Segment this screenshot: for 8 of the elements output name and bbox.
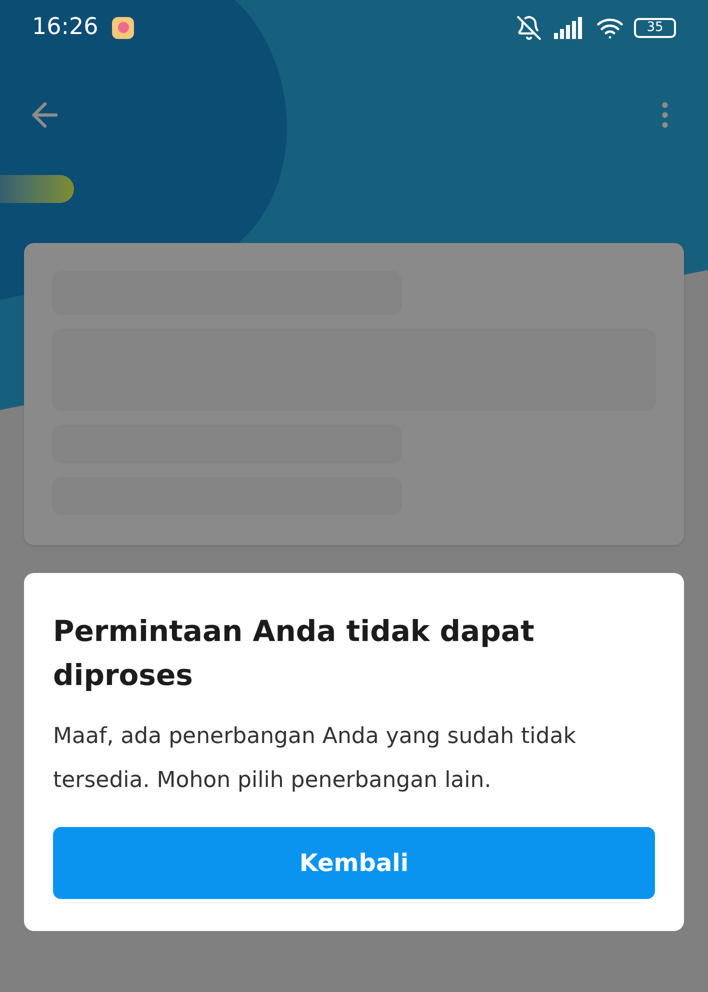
back-button[interactable]: Kembali: [53, 827, 655, 899]
status-time: 16:26: [32, 13, 98, 42]
battery-icon: 35: [634, 18, 676, 38]
dialog-title: Permintaan Anda tidak dapat diproses: [53, 613, 536, 694]
bell-off-icon: [516, 14, 542, 40]
chat-notification-icon: [112, 16, 134, 38]
dialog-message: Maaf, ada penerbangan Anda yang sudah tidak tersedia. Mohon pilih penerbangan lain.: [53, 723, 577, 795]
signal-icon: [554, 16, 584, 38]
